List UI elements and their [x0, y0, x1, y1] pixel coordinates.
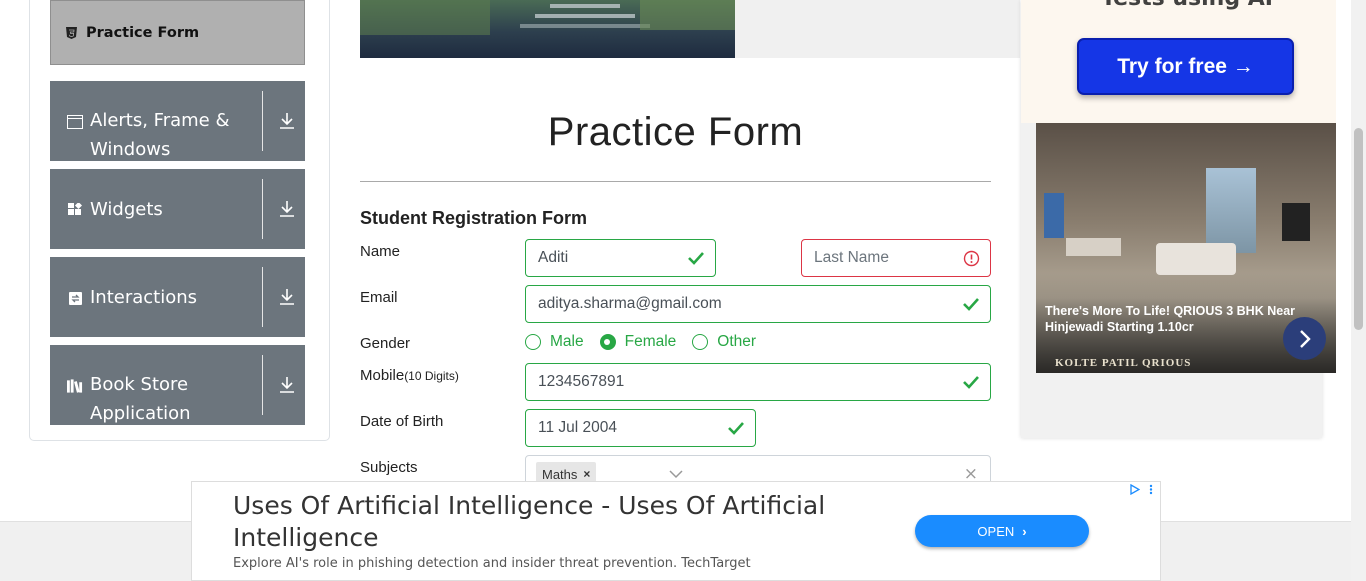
gender-radio-female[interactable]: Female	[599, 333, 677, 351]
html5-icon	[65, 26, 78, 39]
chevron-right-icon: ›	[1022, 523, 1027, 539]
divider	[262, 267, 263, 327]
check-icon	[688, 252, 704, 265]
mobile-hint: (10 Digits)	[404, 369, 459, 383]
error-icon	[963, 250, 980, 267]
check-icon	[963, 376, 979, 389]
property-ad-text: There's More To Life! QRIOUS 3 BHK Near …	[1045, 304, 1296, 334]
chip-remove-icon[interactable]: ×	[583, 467, 590, 481]
form-heading: Student Registration Form	[360, 208, 588, 228]
banner-spacer	[735, 0, 1020, 58]
radio-circle-selected	[599, 334, 616, 350]
radio-label: Other	[717, 333, 757, 350]
check-icon	[728, 422, 744, 435]
scrollbar-thumb[interactable]	[1354, 128, 1363, 330]
try-for-free-button[interactable]: Try for free →	[1077, 38, 1294, 95]
sidebar-group-book-store[interactable]: Book Store Application	[50, 345, 305, 425]
radio-circle	[525, 334, 541, 350]
vertical-scrollbar[interactable]	[1351, 0, 1366, 581]
last-name-input[interactable]: Last Name	[801, 239, 991, 277]
adchoices-icon[interactable]	[1130, 484, 1154, 495]
ad-headline[interactable]: Uses Of Artificial Intelligence - Uses O…	[233, 490, 873, 554]
property-ad-brand: KOLTE PATIL QRIOUS	[1055, 357, 1192, 369]
sidebar-group-alerts[interactable]: Alerts, Frame & Windows	[50, 81, 305, 161]
mobile-input[interactable]: 1234567891	[525, 363, 991, 401]
gender-label: Gender	[360, 335, 411, 352]
download-icon[interactable]	[278, 345, 296, 425]
divider	[262, 355, 263, 415]
page-title: Practice Form	[547, 110, 804, 154]
name-label: Name	[360, 243, 401, 260]
subjects-label: Subjects	[360, 459, 418, 476]
chevron-right-icon	[1299, 329, 1311, 348]
mobile-label: Mobile(10 Digits)	[360, 367, 459, 384]
open-button-label: OPEN	[977, 523, 1015, 539]
radio-circle	[692, 334, 709, 350]
page: Practice Form Alerts, Frame & Windows Wi…	[0, 0, 1366, 581]
email-label: Email	[360, 289, 398, 306]
sidebar-group-interactions[interactable]: Interactions	[50, 257, 305, 337]
open-button[interactable]: OPEN ›	[915, 515, 1089, 547]
divider	[262, 91, 263, 151]
last-name-placeholder: Last Name	[814, 249, 889, 266]
sidebar-group-label: Book Store Application	[90, 374, 191, 424]
check-icon	[963, 298, 979, 311]
gender-radio-male[interactable]: Male	[525, 333, 584, 351]
ad-tagline: Tests using AI	[1101, 0, 1273, 11]
dob-input[interactable]: 11 Jul 2004	[525, 409, 756, 447]
download-icon[interactable]	[278, 257, 296, 337]
mobile-value: 1234567891	[538, 373, 625, 390]
sidebar-group-label: Alerts, Frame & Windows	[90, 110, 230, 160]
gender-radio-other[interactable]: Other	[692, 333, 756, 351]
window-icon	[67, 115, 83, 129]
interactions-icon	[67, 291, 83, 305]
sidebar-item-practice-form[interactable]: Practice Form	[50, 0, 305, 65]
ad-description: Explore AI's role in phishing detection …	[233, 556, 751, 571]
first-name-input[interactable]: Aditi	[525, 239, 716, 277]
sidebar-group-label: Interactions	[90, 286, 198, 308]
more-options-icon[interactable]	[1148, 484, 1154, 495]
books-icon	[67, 379, 83, 393]
sidebar-group-label: Widgets	[90, 198, 163, 220]
gender-radio-group: Male Female Other	[525, 333, 772, 351]
radio-label: Female	[624, 333, 677, 350]
next-arrow-button[interactable]	[1283, 317, 1326, 360]
dob-value: 11 Jul 2004	[538, 419, 617, 436]
banner-ad-image[interactable]	[360, 0, 735, 58]
email-input[interactable]: aditya.sharma@gmail.com	[525, 285, 991, 323]
mobile-label-text: Mobile	[360, 367, 405, 384]
dob-label: Date of Birth	[360, 413, 444, 430]
first-name-value: Aditi	[538, 249, 569, 266]
divider	[262, 179, 263, 239]
download-icon[interactable]	[278, 169, 296, 249]
sidebar-item-label: Practice Form	[86, 24, 200, 41]
download-icon[interactable]	[278, 81, 296, 161]
radio-label: Male	[550, 333, 584, 350]
widgets-icon	[67, 203, 83, 217]
subject-chip-label: Maths	[542, 466, 578, 482]
divider	[360, 181, 991, 182]
chevron-down-icon[interactable]	[668, 466, 684, 482]
email-value: aditya.sharma@gmail.com	[538, 295, 722, 312]
sidebar-group-widgets[interactable]: Widgets	[50, 169, 305, 249]
